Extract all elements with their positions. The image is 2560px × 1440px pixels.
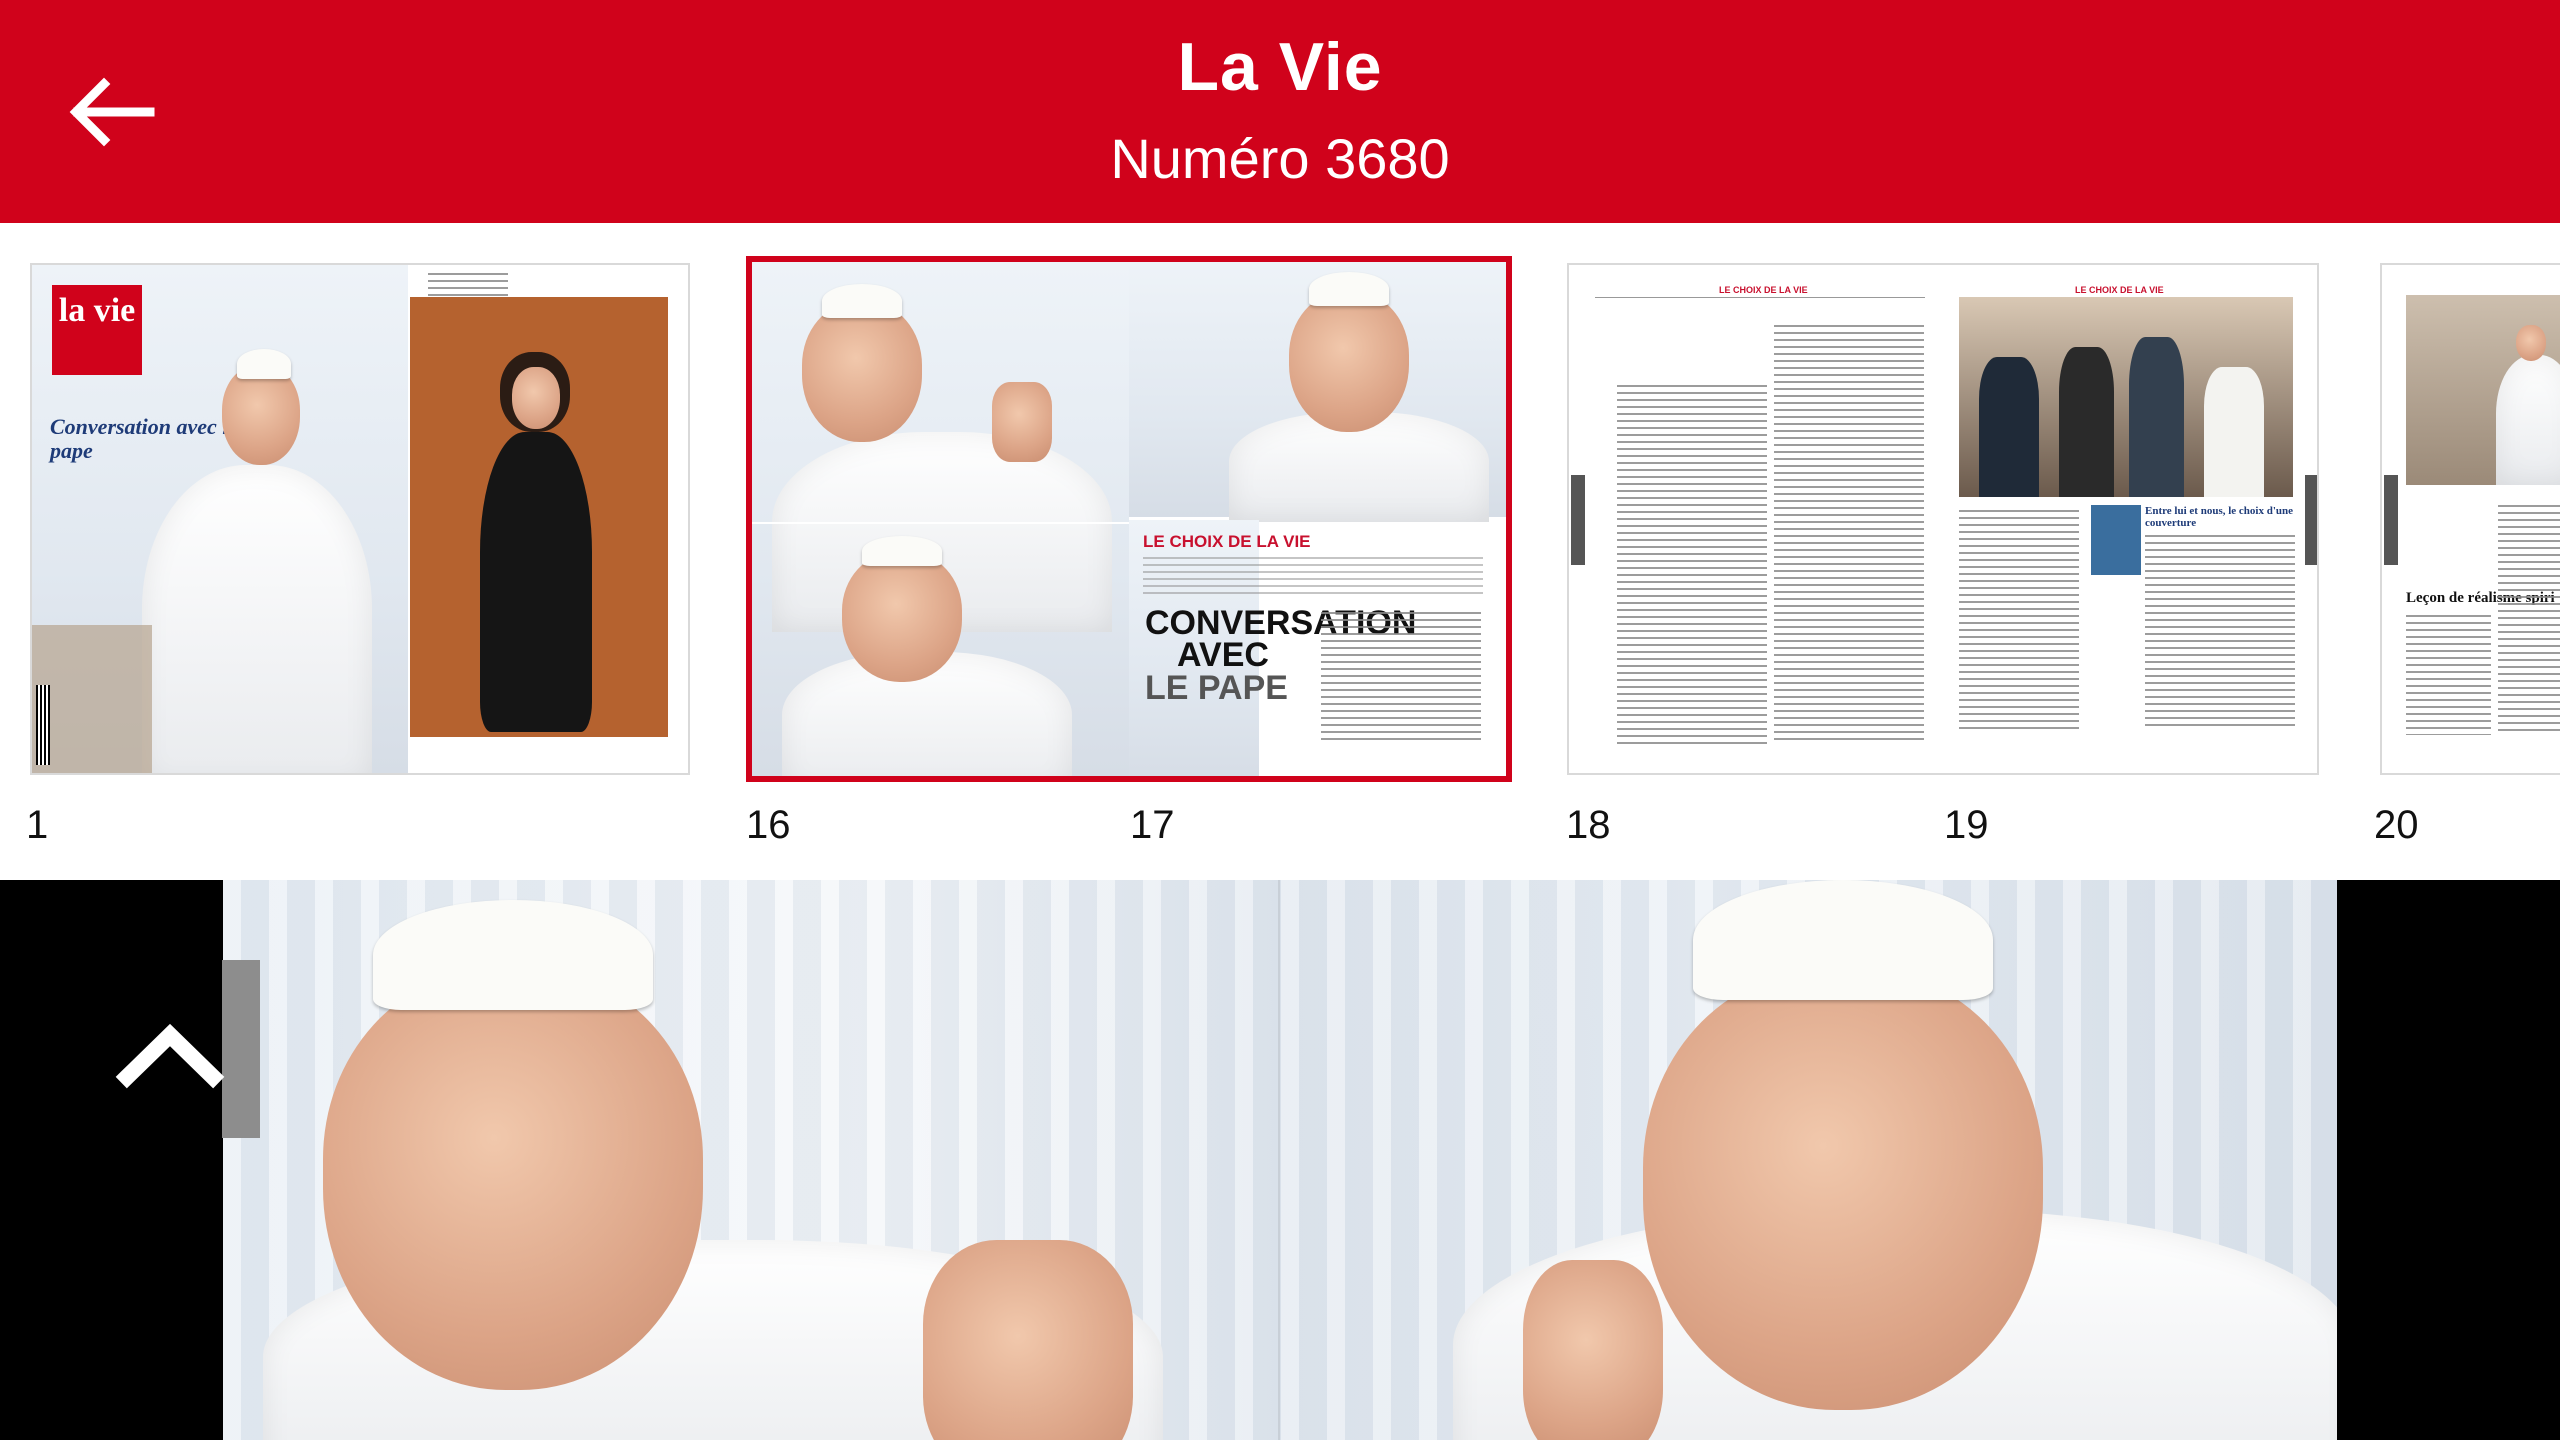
side-title: Entre lui et nous, le choix d'une couver… — [2145, 505, 2294, 529]
spread-kicker: LE CHOIX DE LA VIE — [1143, 532, 1311, 551]
thumbnail-spread-18-19[interactable]: LE CHOIX DE LA VIE LE CHOIX DE LA VIE En… — [1567, 263, 2319, 775]
thumbnail-page-20[interactable]: Leçon de réalisme spiri — [2380, 263, 2560, 775]
page-number: 19 — [1944, 803, 1989, 847]
group-photo — [1959, 297, 2293, 497]
page-number: 1 — [26, 803, 49, 847]
cover-back-page — [408, 265, 688, 773]
hand — [1523, 1260, 1663, 1440]
viewer-spread-image[interactable] — [223, 880, 2337, 1440]
issue-number: Numéro 3680 — [1110, 127, 1450, 190]
page-viewer[interactable] — [0, 880, 2560, 1440]
page-title: La Vie — [1177, 29, 1383, 105]
thumbnail-strip[interactable]: la vie Conversation avec le pape 1 LE CH… — [0, 223, 2560, 880]
spread-left-page: LE CHOIX DE LA VIE — [1569, 265, 1945, 773]
barcode — [36, 685, 50, 765]
collapse-thumbnails-button[interactable] — [110, 1010, 230, 1100]
page-number: 16 — [746, 803, 791, 847]
thumbnail-spread-16-17[interactable]: LE CHOIX DE LA VIE CONVERSATION AVEC LE … — [746, 256, 1512, 782]
spread-left-page — [752, 262, 1129, 776]
spread-right-page: LE CHOIX DE LA VIE CONVERSATION AVEC LE … — [1129, 262, 1506, 776]
spread-right-page: LE CHOIX DE LA VIE Entre lui et nous, le… — [1945, 265, 2317, 773]
app-bar: La Vie Numéro 3680 — [0, 0, 2560, 223]
page-gutter — [1278, 880, 1280, 1440]
page-number: 18 — [1566, 803, 1611, 847]
cover-page: la vie Conversation avec le pape — [32, 265, 408, 773]
hand — [992, 382, 1052, 462]
hand — [923, 1240, 1133, 1440]
cover-logo: la vie — [52, 285, 142, 375]
cover-headline: Conversation avec le pape — [50, 414, 239, 463]
woman-figure — [480, 432, 592, 732]
chevron-up-icon — [115, 1023, 225, 1089]
page-number: 17 — [1130, 803, 1175, 847]
page-number: 20 — [2374, 803, 2419, 847]
pope-figure — [142, 465, 372, 773]
thumbnail-cover[interactable]: la vie Conversation avec le pape — [30, 263, 690, 775]
